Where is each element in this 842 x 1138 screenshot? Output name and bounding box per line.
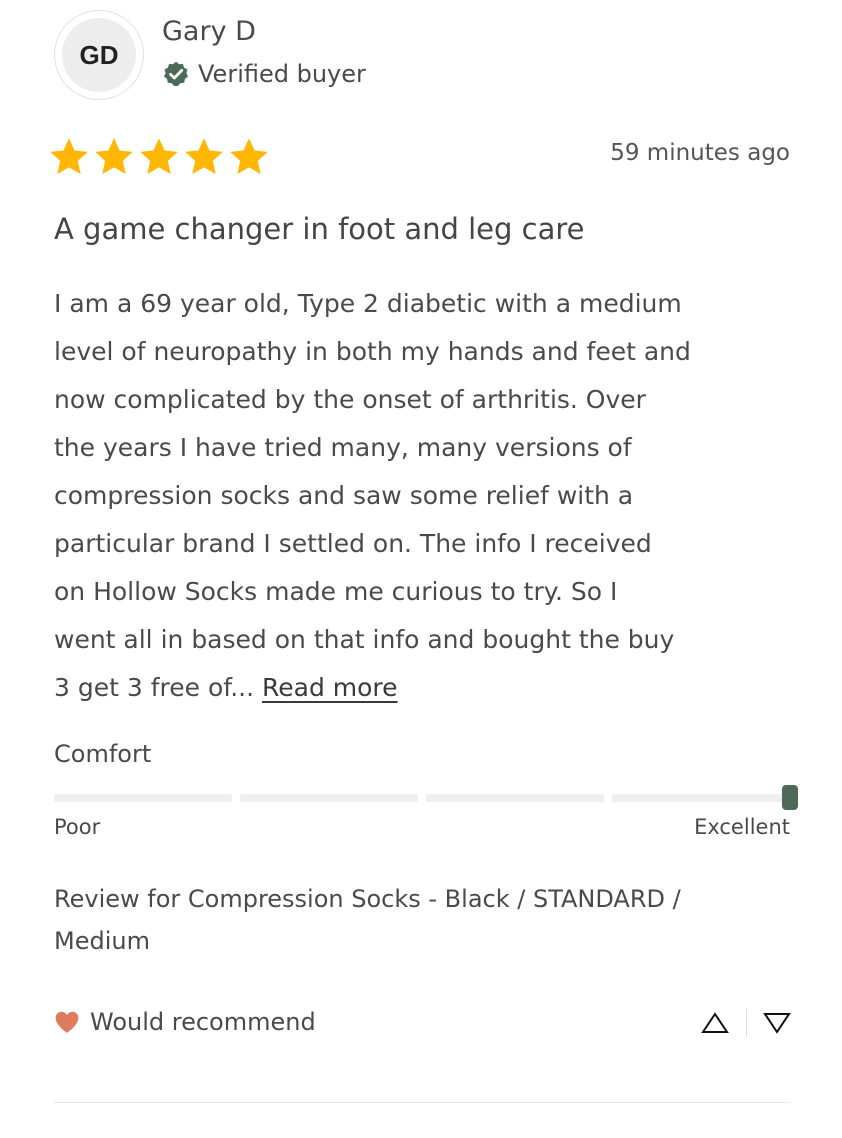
author-name: Gary D (162, 16, 256, 47)
would-recommend: Would recommend (54, 1008, 316, 1036)
review-divider (54, 1102, 790, 1103)
reviewed-product-line: Medium (54, 927, 150, 955)
review-body-line: level of neuropathy in both my hands and… (54, 337, 691, 366)
downvote-button[interactable] (762, 1008, 792, 1038)
star-icon (50, 138, 88, 175)
avatar-initials: GD (62, 18, 136, 92)
verified-buyer-label: Verified buyer (198, 60, 366, 88)
star-rating (46, 134, 271, 180)
reviewed-product-line: Review for Compression Socks - Black / S… (54, 885, 681, 913)
comfort-scale-min-label: Poor (54, 815, 101, 839)
comfort-scale-segment (426, 794, 604, 802)
comfort-scale-segment (612, 794, 790, 802)
review-body-line: the years I have tried many, many versio… (54, 433, 632, 462)
review-body-line: on Hollow Socks made me curious to try. … (54, 577, 618, 606)
star-icon (185, 138, 223, 175)
review-timestamp: 59 minutes ago (610, 140, 790, 166)
read-more-link[interactable]: Read more (262, 673, 398, 702)
star-icon (140, 138, 178, 175)
star-icon (230, 138, 268, 175)
review-body-line: went all in based on that info and bough… (54, 625, 675, 654)
upvote-button[interactable] (700, 1008, 730, 1038)
review-card: GD Gary D Verified buyer 59 minutes ago … (50, 0, 798, 1138)
comfort-rating-scale (54, 785, 798, 810)
triangle-down-icon (763, 1013, 791, 1034)
review-body: I am a 69 year old, Type 2 diabetic with… (54, 280, 794, 712)
vote-divider (746, 1009, 747, 1037)
review-vote-controls (700, 1008, 792, 1038)
reviewed-product: Review for Compression Socks - Black / S… (54, 878, 794, 962)
verified-badge-icon (163, 61, 189, 87)
would-recommend-label: Would recommend (90, 1008, 316, 1036)
comfort-scale-segment (54, 794, 232, 802)
comfort-scale-segment (240, 794, 418, 802)
review-body-line: particular brand I settled on. The info … (54, 529, 652, 558)
triangle-up-icon (701, 1012, 729, 1033)
comfort-rating-label: Comfort (54, 740, 152, 768)
verified-buyer-badge: Verified buyer (162, 60, 366, 88)
comfort-scale-marker (782, 785, 798, 810)
review-body-line: I am a 69 year old, Type 2 diabetic with… (54, 289, 682, 318)
star-icon (95, 138, 133, 175)
heart-icon (55, 1011, 79, 1033)
comfort-scale-max-label: Excellent (694, 815, 790, 839)
review-body-line: 3 get 3 free of... (54, 673, 255, 702)
review-body-line: compression socks and saw some relief wi… (54, 481, 634, 510)
review-title: A game changer in foot and leg care (54, 212, 585, 246)
review-body-last-line: 3 get 3 free of... Read more (54, 664, 794, 712)
avatar: GD (54, 10, 144, 100)
review-body-line: now complicated by the onset of arthriti… (54, 385, 646, 414)
